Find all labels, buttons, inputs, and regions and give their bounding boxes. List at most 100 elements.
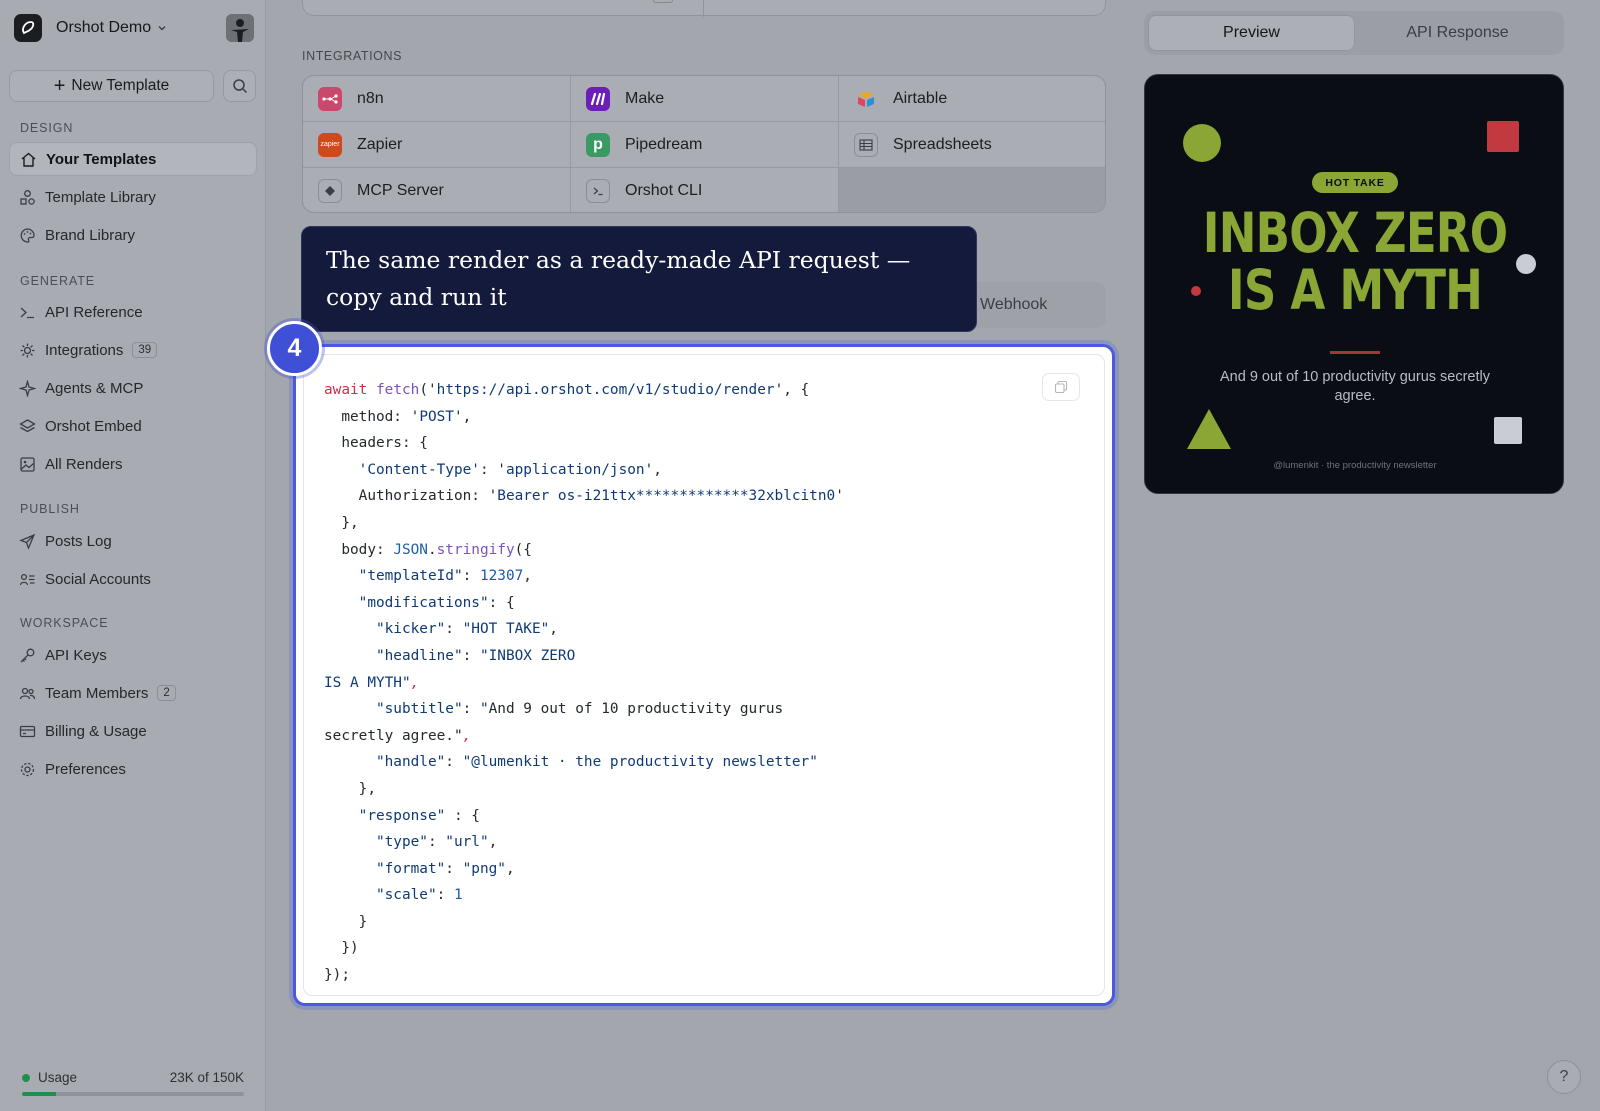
- new-template-button[interactable]: + New Template: [9, 70, 214, 102]
- integration-label: MCP Server: [357, 182, 444, 199]
- sidebar-item-brand-library[interactable]: Brand Library: [9, 218, 257, 252]
- gear-icon: [18, 760, 36, 778]
- preview-tabs: Preview API Response: [1144, 11, 1564, 55]
- code-content-type: application/json: [505, 461, 645, 478]
- top-field-row[interactable]: [302, 0, 1106, 17]
- usage-summary: Usage 23K of 150K: [22, 1070, 244, 1085]
- image-icon: [18, 455, 36, 473]
- layers-icon: [18, 417, 36, 435]
- sidebar-item-label: Integrations: [45, 341, 124, 359]
- sidebar-item-label: Team Members: [45, 684, 149, 702]
- sidebar-item-agents-mcp[interactable]: Agents & MCP: [9, 371, 257, 405]
- shapes-icon: [18, 188, 36, 206]
- preview-divider: [1330, 351, 1380, 354]
- pipedream-icon: p: [586, 132, 610, 157]
- sidebar-item-label: Template Library: [45, 188, 156, 206]
- section-publish: PUBLISH: [20, 502, 80, 516]
- orshot-logo-icon: [14, 14, 42, 42]
- sidebar-item-label: Agents & MCP: [45, 379, 144, 397]
- user-avatar[interactable]: [226, 14, 254, 42]
- integration-orshot-cli[interactable]: Orshot CLI: [571, 168, 839, 212]
- home-icon: [19, 150, 37, 168]
- integration-label: Make: [625, 89, 665, 107]
- status-dot-icon: [22, 1074, 30, 1083]
- spreadsheet-icon: [854, 132, 878, 157]
- integration-n8n[interactable]: n8n: [303, 76, 571, 122]
- tab-webhook[interactable]: Webhook: [980, 296, 1047, 314]
- integrations-grid: n8n Make Airtable zapier Zapier p Pipedr…: [302, 75, 1106, 213]
- sidebar-item-label: Billing & Usage: [45, 722, 147, 740]
- sidebar-item-label: API Keys: [45, 646, 107, 664]
- sidebar-item-preferences[interactable]: Preferences: [9, 752, 257, 786]
- render-preview: HOT TAKE INBOX ZERO IS A MYTH And 9 out …: [1144, 74, 1564, 494]
- section-workspace: WORKSPACE: [20, 616, 109, 630]
- gray-square-shape: [1494, 417, 1522, 444]
- integration-mcp-server[interactable]: MCP Server: [303, 168, 571, 212]
- integration-airtable[interactable]: Airtable: [839, 76, 1105, 122]
- section-design: DESIGN: [20, 121, 74, 135]
- user-list-icon: [18, 570, 36, 588]
- code-authorization: Bearer os-i21ttx*************32xblcitn0: [497, 488, 836, 505]
- integration-zapier[interactable]: zapier Zapier: [303, 122, 571, 168]
- tooltip-text: The same render as a ready-made API requ…: [326, 246, 911, 311]
- preview-kicker: HOT TAKE: [1312, 172, 1398, 193]
- copy-icon: [1054, 380, 1068, 394]
- code-kicker: HOT TAKE: [471, 621, 541, 638]
- integration-label: Orshot CLI: [625, 182, 703, 199]
- sidebar-item-label: Your Templates: [46, 150, 157, 168]
- sidebar-item-integrations[interactable]: Integrations 39: [9, 333, 257, 367]
- sidebar-item-api-reference[interactable]: API Reference: [9, 295, 257, 329]
- zapier-icon: zapier: [318, 132, 342, 157]
- sidebar-item-label: Posts Log: [45, 532, 112, 550]
- integration-label: Spreadsheets: [893, 135, 992, 153]
- mcp-icon: [318, 179, 342, 203]
- step-number-badge: 4: [267, 321, 322, 376]
- sidebar-item-template-library[interactable]: Template Library: [9, 180, 257, 214]
- help-button[interactable]: ?: [1547, 1060, 1581, 1094]
- sidebar-item-social-accounts[interactable]: Social Accounts: [9, 562, 257, 596]
- users-icon: [18, 684, 36, 702]
- red-square-shape: [1487, 121, 1519, 152]
- count-badge: 2: [157, 685, 176, 701]
- terminal-icon: [18, 303, 36, 321]
- chevron-down-icon: [158, 26, 166, 31]
- sidebar-item-your-templates[interactable]: Your Templates: [9, 142, 257, 176]
- code-snippet: await fetch('https://api.orshot.com/v1/s…: [324, 382, 844, 984]
- sidebar-item-posts-log[interactable]: Posts Log: [9, 524, 257, 558]
- integration-pipedream[interactable]: p Pipedream: [571, 122, 839, 168]
- integration-label: Zapier: [357, 135, 403, 153]
- sidebar: Orshot Demo + New Template DESIGN Your T…: [0, 0, 266, 1111]
- empty-cell: [839, 168, 1105, 212]
- divider: [703, 0, 704, 17]
- plus-icon: +: [53, 75, 66, 97]
- search-button[interactable]: [223, 70, 256, 102]
- preview-headline-line2: IS A MYTH: [1227, 258, 1483, 322]
- preview-handle: @lumenkit · the productivity newsletter: [1273, 460, 1437, 471]
- integration-spreadsheets[interactable]: Spreadsheets: [839, 122, 1105, 168]
- section-generate: GENERATE: [20, 274, 96, 288]
- usage-progress-fill: [22, 1092, 56, 1096]
- preview-headline: INBOX ZERO IS A MYTH: [1183, 205, 1527, 319]
- sidebar-item-orshot-embed[interactable]: Orshot Embed: [9, 409, 257, 443]
- sidebar-item-label: Brand Library: [45, 226, 136, 244]
- usage-label-wrap: Usage: [22, 1070, 77, 1085]
- sidebar-item-billing-usage[interactable]: Billing & Usage: [9, 714, 257, 748]
- sidebar-item-api-keys[interactable]: API Keys: [9, 638, 257, 672]
- workspace-switcher[interactable]: Orshot Demo: [14, 13, 254, 43]
- sidebar-item-label: Orshot Embed: [45, 417, 142, 435]
- tab-preview[interactable]: Preview: [1148, 15, 1355, 51]
- sidebar-item-label: All Renders: [45, 455, 123, 473]
- make-icon: [586, 86, 610, 111]
- code-response-format: png: [471, 860, 498, 877]
- sidebar-item-all-renders[interactable]: All Renders: [9, 447, 257, 481]
- search-icon: [232, 79, 247, 94]
- sidebar-item-team-members[interactable]: Team Members 2: [9, 676, 257, 710]
- sparkle-icon: [18, 379, 36, 397]
- tab-api-response[interactable]: API Response: [1355, 15, 1560, 51]
- terminal-icon: [586, 179, 610, 203]
- sidebar-item-label: Social Accounts: [45, 570, 151, 588]
- copy-button[interactable]: [1042, 373, 1080, 401]
- integration-make[interactable]: Make: [571, 76, 839, 122]
- green-circle-shape: [1183, 124, 1221, 162]
- integrations-title: INTEGRATIONS: [302, 49, 403, 63]
